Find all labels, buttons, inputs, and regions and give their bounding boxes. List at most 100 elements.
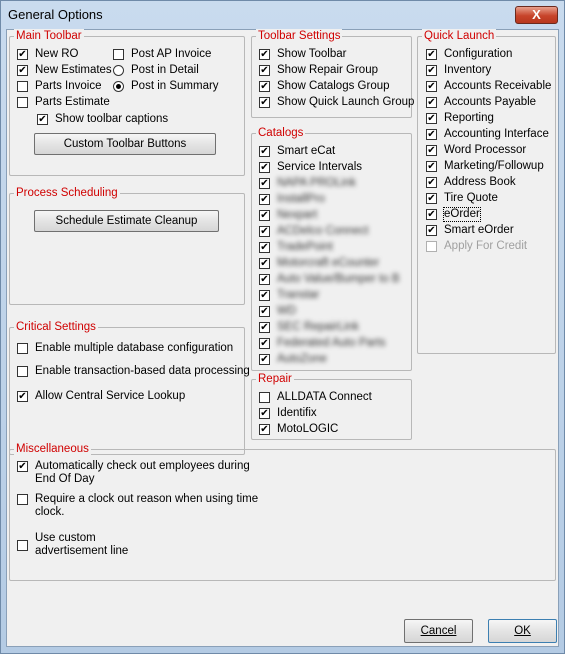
catalog-item-blurred[interactable]: TradePoint xyxy=(259,241,333,254)
checkbox-box[interactable] xyxy=(17,494,28,505)
custom-toolbar-buttons-button[interactable]: Custom Toolbar Buttons xyxy=(34,133,216,155)
radio-circle[interactable] xyxy=(113,81,124,92)
checkbox-box[interactable] xyxy=(259,162,270,173)
checkbox-box[interactable] xyxy=(426,113,437,124)
checkbox-box[interactable] xyxy=(17,540,28,551)
checkbox-box[interactable] xyxy=(259,210,270,221)
quick-launch-item-accounting-interface[interactable]: Accounting Interface xyxy=(426,128,549,141)
checkbox-box[interactable] xyxy=(259,194,270,205)
new-estimates-checkbox[interactable]: New Estimates xyxy=(17,64,112,77)
show-repair-group-checkbox[interactable]: Show Repair Group xyxy=(259,64,378,77)
quick-launch-item-configuration[interactable]: Configuration xyxy=(426,48,512,61)
schedule-estimate-cleanup-button[interactable]: Schedule Estimate Cleanup xyxy=(34,210,219,232)
catalog-item-blurred[interactable]: Federated Auto Parts xyxy=(259,337,386,350)
quick-launch-item-inventory[interactable]: Inventory xyxy=(426,64,491,77)
checkbox-box[interactable] xyxy=(17,343,28,354)
checkbox-box[interactable] xyxy=(426,209,437,220)
catalog-item-blurred[interactable]: Transtar xyxy=(259,289,319,302)
allow-central-service-lookup-checkbox[interactable]: Allow Central Service Lookup xyxy=(17,390,185,403)
catalog-item-blurred[interactable]: NAPA PROLink xyxy=(259,177,356,190)
post-in-detail-radio[interactable]: Post in Detail xyxy=(113,64,199,77)
catalog-item-blurred[interactable]: Auto Value/Bumper to B xyxy=(259,273,400,286)
checkbox-box[interactable] xyxy=(259,408,270,419)
catalog-item-blurred[interactable]: Motorcraft eCounter xyxy=(259,257,379,270)
enable-transaction-processing-checkbox[interactable]: Enable transaction-based data processing xyxy=(17,365,250,378)
checkbox-box[interactable] xyxy=(259,306,270,317)
enable-multi-db-checkbox[interactable]: Enable multiple database configuration xyxy=(17,342,233,355)
catalog-item-service-intervals[interactable]: Service Intervals xyxy=(259,161,362,174)
catalog-item-blurred[interactable]: ACDelco Connect xyxy=(259,225,368,238)
checkbox-box[interactable] xyxy=(17,366,28,377)
checkbox-box[interactable] xyxy=(426,49,437,60)
checkbox-box[interactable] xyxy=(113,49,124,60)
identifix-checkbox[interactable]: Identifix xyxy=(259,407,317,420)
catalog-item-blurred[interactable]: WD xyxy=(259,305,296,318)
new-ro-checkbox[interactable]: New RO xyxy=(17,48,78,61)
parts-invoice-checkbox[interactable]: Parts Invoice xyxy=(17,80,101,93)
checkbox-box[interactable] xyxy=(17,65,28,76)
radio-circle[interactable] xyxy=(113,65,124,76)
checkbox-box[interactable] xyxy=(426,161,437,172)
checkbox-box[interactable] xyxy=(426,193,437,204)
quick-launch-item-reporting[interactable]: Reporting xyxy=(426,112,494,125)
alldata-connect-checkbox[interactable]: ALLDATA Connect xyxy=(259,391,372,404)
checkbox-box[interactable] xyxy=(259,49,270,60)
checkbox-box[interactable] xyxy=(259,322,270,333)
close-button[interactable]: X xyxy=(515,6,558,24)
post-ap-invoice-checkbox[interactable]: Post AP Invoice xyxy=(113,48,211,61)
catalog-item-blurred[interactable]: Nexpart xyxy=(259,209,317,222)
motologic-checkbox[interactable]: MotoLOGIC xyxy=(259,423,338,436)
checkbox-box[interactable] xyxy=(426,65,437,76)
checkbox-box[interactable] xyxy=(426,129,437,140)
ok-button[interactable]: OK xyxy=(488,619,557,643)
quick-launch-item-accounts-receivable[interactable]: Accounts Receivable xyxy=(426,80,551,93)
checkbox-box[interactable] xyxy=(426,81,437,92)
checkbox-box[interactable] xyxy=(259,146,270,157)
catalog-item-blurred[interactable]: AutoZone xyxy=(259,353,327,366)
motologic-label: MotoLOGIC xyxy=(277,423,339,435)
quick-launch-item-smart-eorder[interactable]: Smart eOrder xyxy=(426,224,514,237)
require-clock-out-reason-checkbox[interactable]: Require a clock out reason when using ti… xyxy=(17,493,258,519)
show-catalogs-group-checkbox[interactable]: Show Catalogs Group xyxy=(259,80,390,93)
checkbox-box[interactable] xyxy=(259,178,270,189)
auto-checkout-employees-checkbox[interactable]: Automatically check out employees during… xyxy=(17,460,250,486)
checkbox-box[interactable] xyxy=(259,274,270,285)
checkbox-box[interactable] xyxy=(259,392,270,403)
post-in-summary-radio[interactable]: Post in Summary xyxy=(113,80,219,93)
quick-launch-item-address-book[interactable]: Address Book xyxy=(426,176,516,189)
catalog-item-smart-ecat[interactable]: Smart eCat xyxy=(259,145,335,158)
checkbox-box[interactable] xyxy=(426,97,437,108)
checkbox-box[interactable] xyxy=(37,114,48,125)
quick-launch-item-tire-quote[interactable]: Tire Quote xyxy=(426,192,498,205)
cancel-button[interactable]: Cancel xyxy=(404,619,473,643)
checkbox-box[interactable] xyxy=(259,242,270,253)
checkbox-box[interactable] xyxy=(259,354,270,365)
checkbox-box[interactable] xyxy=(17,49,28,60)
quick-launch-item-word-processor[interactable]: Word Processor xyxy=(426,144,526,157)
catalog-item-blurred[interactable]: SEC RepairLink xyxy=(259,321,359,334)
catalog-item-blurred[interactable]: InstallPro xyxy=(259,193,325,206)
checkbox-box[interactable] xyxy=(259,81,270,92)
checkbox-box[interactable] xyxy=(426,225,437,236)
checkbox-box[interactable] xyxy=(17,461,28,472)
checkbox-box[interactable] xyxy=(259,226,270,237)
checkbox-box[interactable] xyxy=(426,145,437,156)
quick-launch-item-accounts-payable[interactable]: Accounts Payable xyxy=(426,96,536,109)
checkbox-box[interactable] xyxy=(17,97,28,108)
checkbox-box[interactable] xyxy=(259,290,270,301)
show-toolbar-checkbox[interactable]: Show Toolbar xyxy=(259,48,346,61)
checkbox-box[interactable] xyxy=(426,177,437,188)
show-quick-launch-group-checkbox[interactable]: Show Quick Launch Group xyxy=(259,96,414,109)
checkbox-box[interactable] xyxy=(259,338,270,349)
checkbox-box[interactable] xyxy=(17,81,28,92)
checkbox-box[interactable] xyxy=(17,391,28,402)
parts-estimate-checkbox[interactable]: Parts Estimate xyxy=(17,96,110,109)
checkbox-box[interactable] xyxy=(259,65,270,76)
use-custom-advertisement-checkbox[interactable]: Use custom advertisement line xyxy=(17,532,128,558)
show-toolbar-captions-checkbox[interactable]: Show toolbar captions xyxy=(37,113,168,126)
checkbox-box[interactable] xyxy=(259,424,270,435)
quick-launch-item-marketing-followup[interactable]: Marketing/Followup xyxy=(426,160,544,173)
quick-launch-item-eorder[interactable]: eOrder xyxy=(426,207,481,222)
checkbox-box[interactable] xyxy=(259,97,270,108)
checkbox-box[interactable] xyxy=(259,258,270,269)
